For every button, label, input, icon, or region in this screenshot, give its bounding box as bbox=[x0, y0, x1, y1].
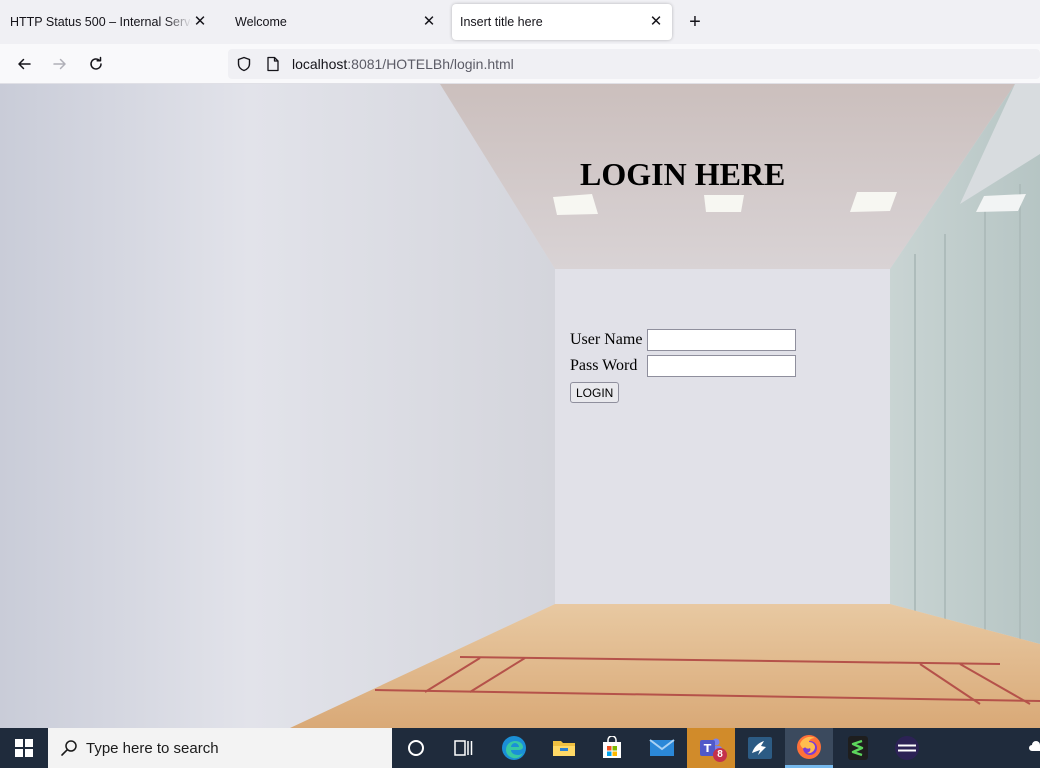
onedrive-icon bbox=[1029, 741, 1040, 751]
tab-title: Welcome bbox=[235, 15, 287, 29]
username-input[interactable] bbox=[647, 329, 796, 351]
forward-button[interactable] bbox=[48, 52, 72, 76]
username-row: User Name bbox=[570, 329, 796, 351]
taskbar-search-box[interactable]: Type here to search bbox=[48, 728, 392, 768]
url-host: localhost bbox=[292, 56, 348, 72]
url-bar[interactable]: localhost:8081/HOTELBh/login.html bbox=[228, 49, 1040, 79]
sublime-app-button[interactable] bbox=[834, 728, 882, 768]
password-label: Pass Word bbox=[570, 357, 638, 374]
page-heading: LOGIN HERE bbox=[580, 156, 786, 192]
mysql-workbench-icon bbox=[748, 737, 772, 759]
mysql-workbench-button[interactable] bbox=[736, 728, 784, 768]
sublime-app-icon bbox=[848, 736, 868, 760]
eclipse-button[interactable] bbox=[883, 728, 931, 768]
windows-start-icon bbox=[15, 739, 33, 757]
forward-arrow-icon bbox=[53, 58, 66, 70]
file-explorer-icon bbox=[553, 741, 575, 756]
back-button[interactable] bbox=[12, 52, 36, 76]
firefox-taskbar-button[interactable] bbox=[785, 728, 833, 768]
task-view-button[interactable] bbox=[440, 728, 488, 768]
microsoft-store-button[interactable] bbox=[588, 728, 636, 768]
reload-icon bbox=[90, 56, 102, 70]
file-explorer-button[interactable] bbox=[540, 728, 588, 768]
tab-http-status-500[interactable]: HTTP Status 500 – Internal Server Error … bbox=[2, 4, 216, 40]
tab-title: HTTP Status 500 – Internal Server Error bbox=[10, 15, 192, 29]
password-row: Pass Word bbox=[570, 355, 796, 377]
tab-close-icon[interactable]: ✕ bbox=[421, 14, 437, 30]
teams-button[interactable]: T 8 bbox=[687, 728, 735, 768]
search-icon bbox=[60, 739, 78, 757]
mail-icon bbox=[649, 739, 675, 756]
back-arrow-icon bbox=[18, 58, 31, 70]
browser-tab-strip: HTTP Status 500 – Internal Server Error … bbox=[0, 0, 1040, 44]
page-content: LOGIN HERE User Name Pass Word LOGIN bbox=[0, 84, 1040, 728]
username-label: User Name bbox=[570, 331, 643, 348]
start-button[interactable] bbox=[0, 728, 48, 768]
windows-taskbar: Type here to search T 8 bbox=[0, 728, 1040, 768]
tab-title: Insert title here bbox=[460, 15, 543, 29]
login-button[interactable]: LOGIN bbox=[570, 382, 620, 403]
reload-button[interactable] bbox=[84, 52, 108, 76]
firefox-icon bbox=[797, 734, 821, 759]
tab-insert-title-here[interactable]: Insert title here ✕ bbox=[452, 4, 672, 40]
microsoft-store-icon bbox=[603, 736, 621, 758]
tab-close-icon[interactable]: ✕ bbox=[648, 14, 664, 30]
cortana-icon bbox=[408, 740, 424, 756]
edge-taskbar-button[interactable] bbox=[490, 728, 538, 768]
svg-text:T: T bbox=[704, 742, 712, 755]
tab-welcome[interactable]: Welcome ✕ bbox=[227, 4, 445, 40]
eclipse-icon bbox=[895, 736, 919, 760]
racquetball-court-background-image bbox=[0, 84, 1040, 728]
mail-button[interactable] bbox=[638, 728, 686, 768]
teams-notification-badge: 8 bbox=[713, 748, 727, 762]
onedrive-tray-button[interactable] bbox=[1028, 740, 1040, 757]
navigation-bar: localhost:8081/HOTELBh/login.html bbox=[0, 44, 1040, 84]
edge-icon bbox=[502, 736, 526, 760]
url-path: :8081/HOTELBh/login.html bbox=[347, 56, 514, 72]
page-info-icon[interactable] bbox=[266, 56, 280, 75]
cortana-button[interactable] bbox=[392, 728, 440, 768]
url-text[interactable]: localhost:8081/HOTELBh/login.html bbox=[292, 56, 514, 72]
new-tab-button[interactable]: + bbox=[684, 12, 706, 34]
search-placeholder: Type here to search bbox=[86, 739, 219, 757]
task-view-icon bbox=[454, 740, 473, 756]
tab-close-icon[interactable]: ✕ bbox=[192, 14, 208, 30]
password-input[interactable] bbox=[647, 355, 796, 377]
tracking-protection-shield-icon[interactable] bbox=[236, 56, 252, 75]
